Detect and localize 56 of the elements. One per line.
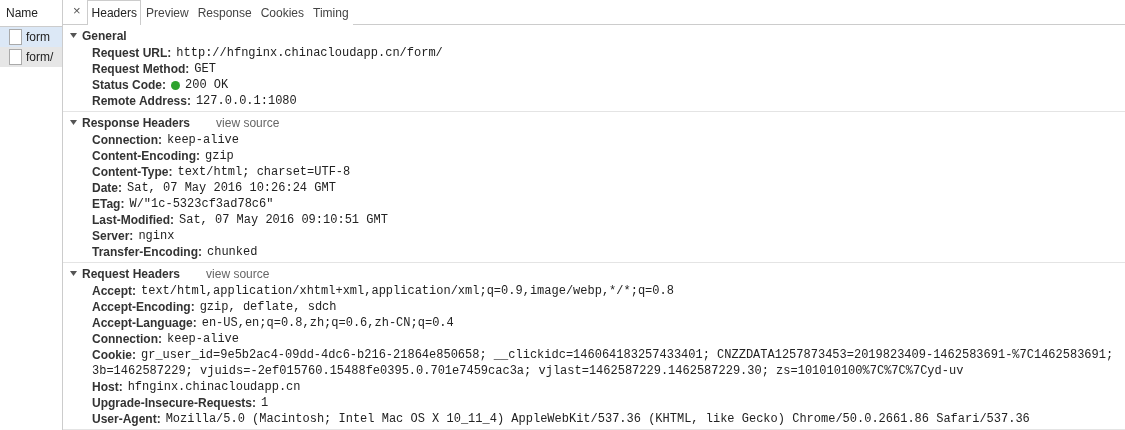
header-name: Accept-Language:: [92, 316, 197, 330]
header-value: W/"1c-5323cf3ad78c6": [129, 197, 274, 211]
header-name: Accept-Encoding:: [92, 300, 195, 314]
header-value: 1: [261, 396, 269, 410]
header-value: Mozilla/5.0 (Macintosh; Intel Mac OS X 10_11_4) AppleWebKit/537.36 (KHTML, like Gecko) Chrome/50.0.2661.86 Safari/537.36: [165, 412, 1030, 426]
status-dot-icon: [171, 80, 180, 90]
header-value: gzip: [205, 149, 234, 163]
header-name: Status Code:: [92, 78, 166, 92]
header-name: Content-Encoding:: [92, 149, 200, 163]
header-name: Server:: [92, 229, 134, 243]
close-button[interactable]: ×: [69, 3, 87, 24]
tab[interactable]: Headers: [86, 0, 141, 25]
view-source-link[interactable]: view source: [216, 116, 280, 130]
header-name: Host:: [92, 380, 123, 394]
header-value: gr_user_id=9e5b2ac4-09dd-4dc6-b216-21864e850658; __clickidc=146064183257433401; CNZZDATA1257873453=2019823409-1462583691-%7C1462583691;: [141, 348, 1114, 362]
header-value: text/html,application/xhtml+xml,application/xml;q=0.9,image/webp,*/*;q=0.8: [141, 284, 674, 298]
header-value: keep-alive: [167, 332, 239, 346]
header-name: Remote Address:: [92, 94, 191, 108]
header-name: Cookie:: [92, 348, 136, 362]
header-value: chunked: [207, 245, 258, 259]
header-name: Date:: [92, 181, 122, 195]
header-value: hfnginx.chinacloudapp.cn: [127, 380, 301, 394]
header-value: 127.0.0.1:1080: [195, 94, 297, 108]
header-value: Sat, 07 May 2016 09:10:51 GMT: [179, 213, 388, 227]
header-value: keep-alive: [167, 133, 239, 147]
header-value: GET: [194, 62, 216, 76]
header-value: en-US,en;q=0.8,zh;q=0.6,zh-CN;q=0.4: [201, 316, 454, 330]
section-title[interactable]: Response Headers: [82, 116, 191, 130]
request-item[interactable]: form/: [0, 47, 62, 67]
header-name: ETag:: [92, 197, 125, 211]
view-source-link[interactable]: view source: [206, 267, 270, 281]
triangle-icon[interactable]: [70, 31, 77, 39]
header-value: Sat, 07 May 2016 10:26:24 GMT: [127, 181, 336, 195]
request-item[interactable]: form: [0, 27, 62, 47]
header-name: User-Agent:: [92, 412, 161, 426]
file-icon: [9, 49, 22, 65]
header-name: Accept:: [92, 284, 136, 298]
header-name: Connection:: [92, 332, 162, 346]
header-name: Request Method:: [92, 62, 190, 76]
header-name: Request URL:: [92, 46, 172, 60]
section-title[interactable]: General: [82, 29, 127, 43]
header-value: nginx: [138, 229, 175, 243]
header-value: gzip, deflate, sdch: [199, 300, 337, 314]
header-value: text/html; charset=UTF-8: [177, 165, 351, 179]
triangle-icon[interactable]: [70, 118, 77, 126]
header-value: 200 OK: [185, 78, 229, 92]
header-name: Connection:: [92, 133, 162, 147]
section-title[interactable]: Request Headers: [82, 267, 181, 281]
triangle-icon[interactable]: [70, 269, 77, 277]
header-name: Last-Modified:: [92, 213, 174, 227]
header-value: 3b=1462587229; vjuids=-2ef015760.15488fe0395.0.701e7459cac3a; vjlast=1462587229.1462587229.30; zs=101010100%7C%7C%7Cyd-uv: [91, 363, 965, 379]
header-value: http://hfnginx.chinacloudapp.cn/form/: [176, 46, 443, 60]
header-name: Upgrade-Insecure-Requests:: [92, 396, 257, 410]
header-name: Transfer-Encoding:: [92, 245, 202, 259]
header-name: Content-Type:: [92, 165, 173, 179]
file-icon: [9, 29, 22, 45]
